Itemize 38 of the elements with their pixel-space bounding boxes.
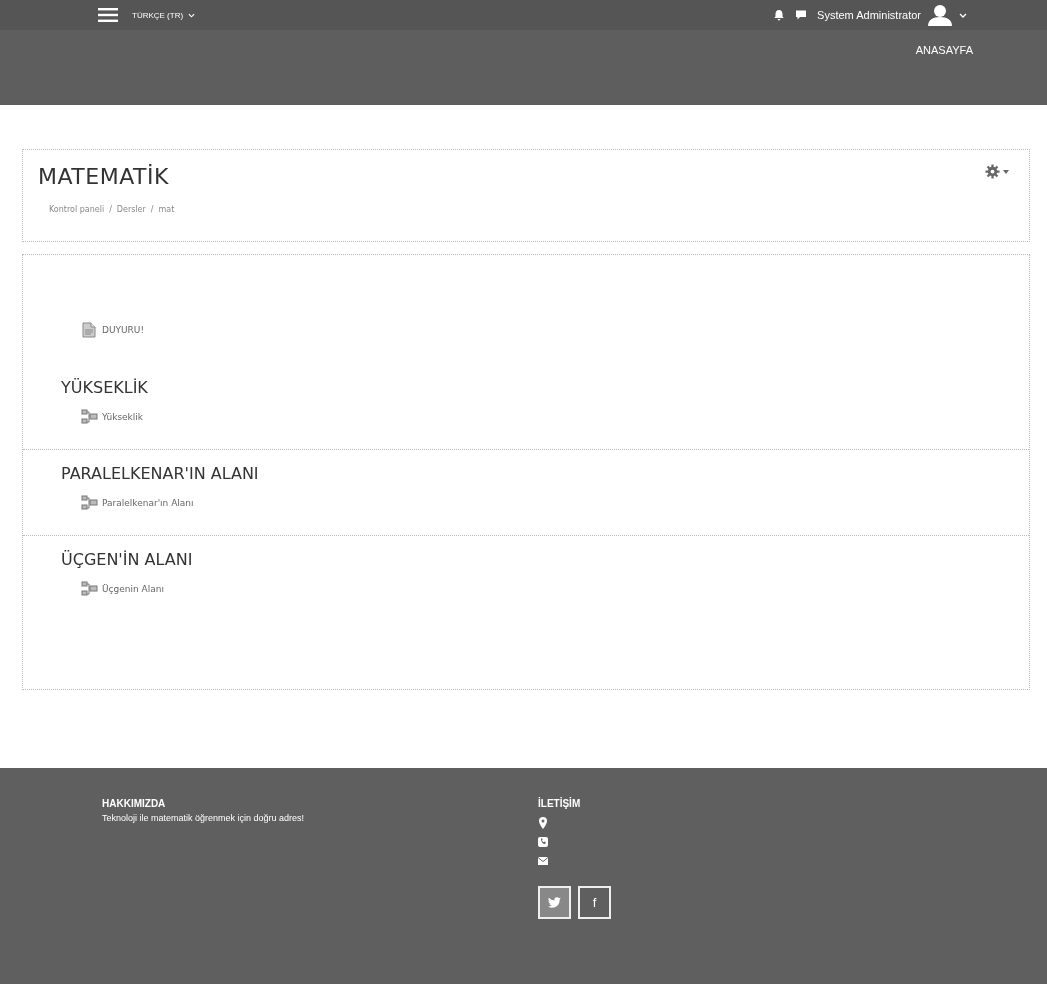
caret-icon (1003, 169, 1009, 174)
caret-icon (959, 12, 967, 18)
chat-bubble-icon[interactable] (795, 9, 808, 21)
activity-link[interactable]: Üçgenin Alanı (81, 581, 164, 597)
section-title: YÜKSEKLİK (61, 378, 149, 397)
settings-menu-button[interactable] (985, 164, 1009, 179)
breadcrumb-separator: / (109, 205, 112, 214)
section-title: ÜÇGEN'İN ALANI (61, 550, 194, 569)
activity-link[interactable]: Paralelkenar'ın Alanı (81, 495, 194, 511)
footer-heading: İLETİŞİM (538, 798, 582, 809)
nav-link[interactable]: ANASAYFA (915, 44, 973, 56)
activity-link[interactable]: DUYURU! (81, 322, 145, 338)
page-title: MATEMATİK (38, 164, 170, 189)
twitter-button[interactable] (538, 886, 571, 919)
activity-link[interactable]: Yükseklik (81, 409, 144, 425)
breadcrumb-link[interactable]: Kontrol paneli (49, 205, 105, 214)
document-icon (81, 322, 98, 338)
footer-heading: HAKKIMIZDA (102, 798, 167, 809)
mail-icon (538, 854, 548, 867)
module-icon (81, 409, 98, 425)
section-title: PARALELKENAR'IN ALANI (61, 464, 260, 483)
language-menu[interactable]: TÜRKÇE (TR) (132, 10, 196, 20)
user-avatar-icon (928, 4, 952, 26)
settings-icon (985, 164, 1000, 179)
breadcrumb-link[interactable]: mat (158, 205, 175, 214)
bird-icon (548, 897, 561, 908)
phone-icon (538, 835, 548, 848)
menu-icon[interactable] (98, 8, 118, 22)
breadcrumb-link[interactable]: Dersler (116, 205, 146, 214)
bell-icon[interactable] (773, 9, 786, 21)
breadcrumb-separator: / (150, 205, 154, 214)
facebook-button[interactable]: f (578, 886, 611, 919)
footer-text: Teknoloji ile matematik öğrenmek için doğru adres! (102, 813, 306, 823)
module-icon (81, 581, 98, 597)
location-pin-icon (538, 816, 548, 829)
module-icon (81, 495, 98, 511)
user-menu[interactable]: System Administrator (817, 4, 967, 26)
caret-icon (188, 12, 196, 18)
